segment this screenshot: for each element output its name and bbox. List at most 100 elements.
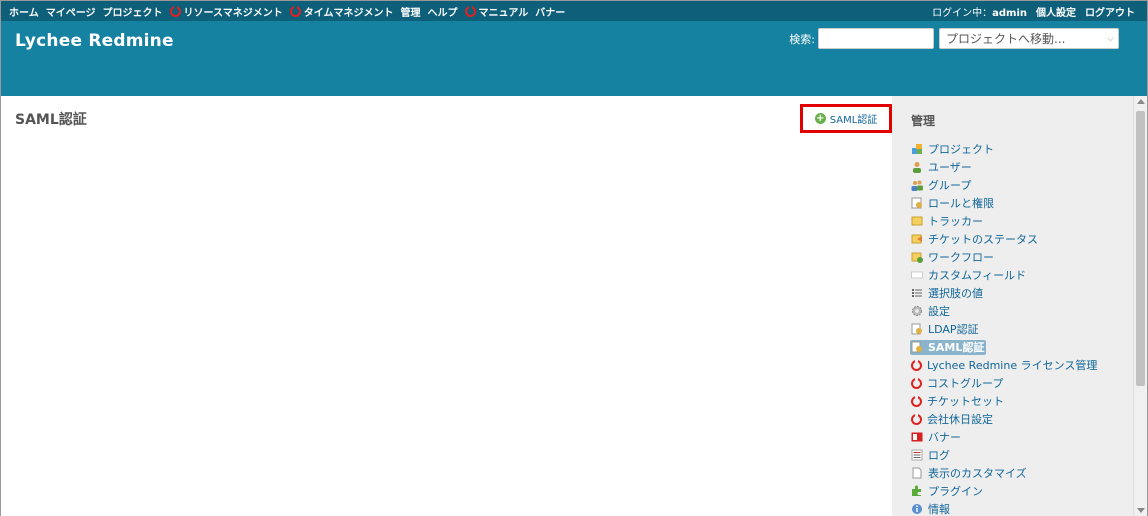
sidebar-item-info: 情報 [910, 500, 1099, 516]
sidebar-item-label: バナー [928, 431, 961, 444]
sidebar-item-banner: バナー [910, 428, 1099, 446]
logged-as-label: ログイン中： [932, 8, 993, 19]
sidebar-item-label: チケットセット [927, 395, 1004, 408]
sidebar-link-issue-sets[interactable]: チケットセット [910, 394, 1006, 409]
top-menu-item-label: ヘルプ [427, 8, 458, 19]
add-icon: + [814, 113, 826, 124]
top-menu-item-label: バナー [535, 8, 566, 19]
top-menu-item-label: リソースマネジメント [183, 8, 283, 19]
scroll-up-icon[interactable] [1137, 99, 1145, 104]
sidebar-item-company-holidays: 会社休日設定 [910, 410, 1099, 428]
sidebar-item-lychee-license: Lychee Redmine ライセンス管理 [910, 356, 1099, 374]
custom-field-icon [911, 271, 923, 279]
top-menu-item-my-page[interactable]: マイページ [46, 4, 96, 19]
search-label[interactable]: 検索: [789, 31, 815, 47]
contextual-actions-highlight: + SAML認証 [800, 104, 892, 133]
tracker-icon [911, 216, 923, 226]
sidebar-link-company-holidays[interactable]: 会社休日設定 [910, 412, 995, 427]
sidebar-link-banner[interactable]: バナー [910, 430, 963, 445]
vertical-scrollbar[interactable] [1133, 96, 1147, 516]
scroll-down-icon[interactable] [1137, 508, 1145, 513]
document-icon [912, 467, 922, 479]
top-menu-item-resource-management[interactable]: リソースマネジメント [169, 4, 283, 19]
sidebar-item-label: ワークフロー [928, 251, 994, 264]
chevron-down-icon: ⌵ [1107, 33, 1114, 44]
logged-as-text: ログイン中：admin [923, 4, 1027, 19]
site-title[interactable]: Lychee Redmine [15, 31, 174, 51]
main-content: SAML認証 + SAML認証 [1, 96, 892, 516]
sidebar-item-label: SAML認証 [928, 341, 985, 354]
sidebar-item-label: プロジェクト [928, 143, 994, 156]
sidebar-link-groups[interactable]: グループ [910, 178, 973, 193]
sidebar-link-info[interactable]: 情報 [910, 502, 952, 516]
project-jump-select[interactable]: プロジェクトへ移動... ⌵ [939, 28, 1119, 49]
sidebar-link-saml[interactable]: SAML認証 [910, 339, 987, 355]
account-menu: ログイン中：admin 個人設定 ログアウト [914, 4, 1135, 19]
sidebar-link-plugins[interactable]: プラグイン [910, 484, 985, 499]
new-saml-auth-button[interactable]: + SAML認証 [814, 111, 878, 126]
log-icon [911, 449, 923, 461]
sidebar-link-ldap[interactable]: LDAP認証 [910, 322, 981, 337]
top-menu-item-home[interactable]: ホーム [9, 4, 39, 19]
sidebar-item-custom-fields: カスタムフィールド [910, 266, 1099, 284]
sidebar-item-enumerations: 選択肢の値 [910, 284, 1099, 302]
top-menu-item-label: プロジェクト [102, 8, 163, 19]
sidebar-item-log: ログ [910, 446, 1099, 464]
sidebar-link-custom-fields[interactable]: カスタムフィールド [910, 268, 1028, 283]
sidebar-link-roles[interactable]: ロールと権限 [910, 196, 996, 211]
top-menu: ホーム マイページ プロジェクト リソースマネジメント タイムマネジメント 管理… [1, 1, 1147, 21]
top-menu-item-projects[interactable]: プロジェクト [103, 4, 163, 19]
sidebar-item-label: LDAP認証 [928, 323, 979, 336]
sidebar-link-issue-statuses[interactable]: チケットのステータス [910, 232, 1040, 247]
sidebar-link-settings[interactable]: 設定 [910, 304, 952, 319]
sidebar-item-label: チケットのステータス [928, 233, 1038, 246]
sidebar-link-cost-groups[interactable]: コストグループ [910, 376, 1005, 391]
sidebar-link-view-customize[interactable]: 表示のカスタマイズ [910, 466, 1029, 481]
search-input[interactable] [818, 28, 934, 49]
list-icon [912, 289, 922, 297]
lychee-icon [911, 376, 922, 389]
top-menu-item-banner[interactable]: バナー [535, 4, 565, 19]
top-menu-item-manual[interactable]: マニュアル [464, 4, 528, 19]
sidebar-item-label: グループ [928, 179, 972, 192]
sidebar-link-trackers[interactable]: トラッカー [910, 214, 985, 229]
top-menu-item-help[interactable]: ヘルプ [428, 4, 458, 19]
new-saml-auth-label: SAML認証 [829, 115, 878, 126]
sidebar-item-label: ユーザー [928, 161, 972, 174]
sidebar-link-users[interactable]: ユーザー [910, 160, 974, 175]
sidebar-item-label: Lychee Redmine ライセンス管理 [927, 359, 1098, 372]
page-title: SAML認証 [15, 112, 87, 128]
sidebar-link-log[interactable]: ログ [910, 448, 952, 463]
roles-icon [911, 197, 922, 209]
top-menu-item-label: 管理 [400, 8, 421, 19]
banner-icon [911, 432, 923, 442]
sidebar: 管理 プロジェクト ユーザー グループ ロールと権限 トラッカー チケットのステ… [892, 96, 1134, 516]
top-menu-item-time-management[interactable]: タイムマネジメント [289, 4, 394, 19]
plugin-icon [912, 485, 921, 496]
top-menu-item-label: マイページ [45, 8, 96, 19]
sidebar-item-projects: プロジェクト [910, 140, 1099, 158]
sidebar-link-projects[interactable]: プロジェクト [910, 142, 996, 157]
sidebar-link-lychee-license[interactable]: Lychee Redmine ライセンス管理 [910, 358, 1099, 373]
logout-link[interactable]: ログアウト [1085, 4, 1135, 19]
lychee-icon [464, 5, 476, 17]
lychee-icon [289, 5, 301, 17]
sidebar-item-label: ログ [928, 449, 950, 462]
lychee-icon [911, 358, 922, 371]
sidebar-item-workflows: ワークフロー [910, 248, 1099, 266]
sidebar-item-cost-groups: コストグループ [910, 374, 1099, 392]
logged-user-link[interactable]: admin [992, 8, 1027, 19]
my-account-link[interactable]: 個人設定 [1036, 4, 1076, 19]
ldap-icon [911, 323, 922, 335]
sidebar-item-label: カスタムフィールド [928, 269, 1027, 282]
sidebar-link-enumerations[interactable]: 選択肢の値 [910, 286, 985, 301]
sidebar-item-settings: 設定 [910, 302, 1099, 320]
sidebar-link-workflows[interactable]: ワークフロー [910, 250, 996, 265]
top-menu-item-administration[interactable]: 管理 [401, 4, 421, 19]
sidebar-item-groups: グループ [910, 176, 1099, 194]
scrollbar-thumb[interactable] [1136, 111, 1145, 386]
sidebar-item-label: トラッカー [928, 215, 983, 228]
projects-icon [912, 144, 922, 154]
top-menu-item-label: タイムマネジメント [303, 8, 394, 19]
sidebar-item-users: ユーザー [910, 158, 1099, 176]
